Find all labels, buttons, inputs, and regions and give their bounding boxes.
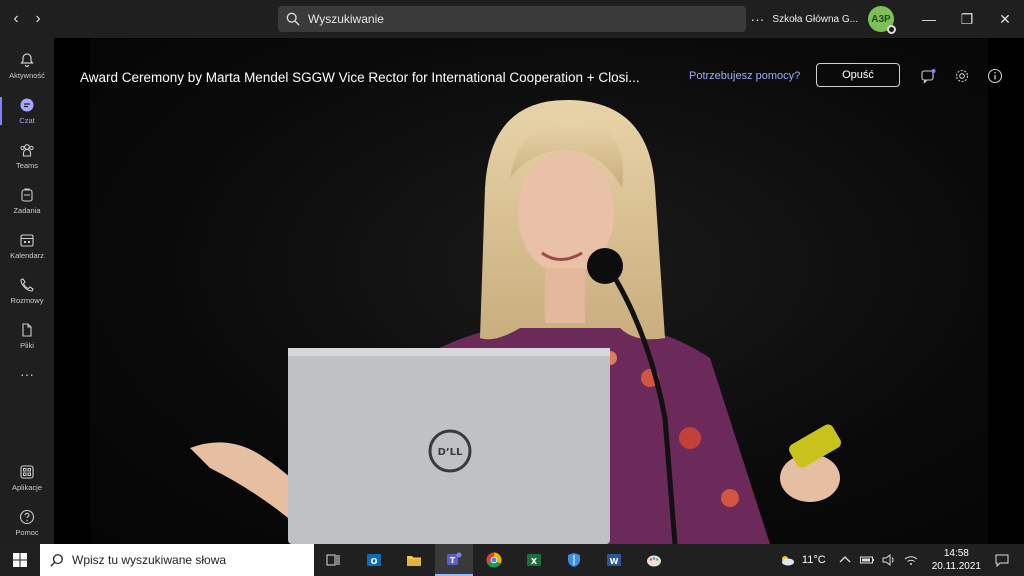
- rail-item-label: Pomoc: [15, 528, 39, 537]
- teams-icon: [20, 144, 34, 157]
- weather-cloud-icon[interactable]: [779, 552, 795, 568]
- minimize-button[interactable]: —: [910, 0, 948, 38]
- tasks-icon: [21, 188, 33, 202]
- feedback-icon[interactable]: [920, 68, 936, 84]
- security-app[interactable]: [555, 544, 593, 576]
- system-tray: 11°C 14:58 20.11.2021: [776, 544, 1024, 576]
- rail-item-label: Pliki: [20, 341, 34, 350]
- clock-time: 14:58: [943, 548, 969, 559]
- clock-date: 20.11.2021: [931, 561, 981, 572]
- task-view-button[interactable]: [314, 544, 352, 576]
- svg-text:X: X: [531, 557, 538, 566]
- notification-icon[interactable]: [994, 552, 1010, 568]
- chrome-icon: [486, 552, 502, 568]
- rail-item-label: Teams: [15, 161, 39, 170]
- restore-button[interactable]: ❐: [948, 0, 986, 38]
- chrome-app[interactable]: [475, 544, 513, 576]
- rail-item-calendar[interactable]: Kalendarz: [0, 224, 54, 268]
- file-explorer-app[interactable]: [395, 544, 433, 576]
- rail-item-calls[interactable]: Rozmowy: [0, 269, 54, 313]
- search-icon: [50, 554, 63, 567]
- close-button[interactable]: ✕: [986, 0, 1024, 38]
- search-placeholder: Wyszukiwanie: [308, 12, 384, 26]
- rail-item-help[interactable]: Pomoc: [0, 501, 54, 545]
- organization-name[interactable]: Szkoła Główna G...: [772, 14, 858, 25]
- teams-app-icon: T: [447, 552, 462, 565]
- word-icon: W: [607, 554, 621, 566]
- file-icon: [22, 323, 32, 337]
- video-feed: D’LL: [90, 38, 988, 544]
- svg-text:D’LL: D’LL: [438, 447, 463, 458]
- speaker-icon[interactable]: [881, 552, 897, 568]
- outlook-app[interactable]: O: [355, 544, 393, 576]
- avatar-initials: A3P: [871, 13, 891, 25]
- svg-text:O: O: [371, 557, 378, 566]
- meeting-title: Award Ceremony by Marta Mendel SGGW Vice…: [80, 70, 640, 85]
- taskbar-search-placeholder: Wpisz tu wyszukiwane słowa: [72, 553, 227, 567]
- calendar-icon: [20, 234, 34, 247]
- forward-button[interactable]: ›: [28, 9, 48, 29]
- excel-app[interactable]: X: [515, 544, 553, 576]
- rail-item-label: Zadania: [13, 206, 41, 215]
- avatar[interactable]: A3P: [868, 6, 896, 34]
- rail-item-activity[interactable]: Aktywność: [0, 44, 54, 88]
- chat-icon: [20, 98, 34, 112]
- app-rail: Aktywność Czat Teams Zadania Kalendarz R…: [0, 38, 54, 544]
- help-icon: [19, 509, 35, 525]
- phone-icon: [20, 278, 34, 292]
- wifi-icon[interactable]: [903, 552, 919, 568]
- rail-more-button[interactable]: ···: [0, 352, 54, 396]
- folder-icon: [407, 556, 421, 566]
- rail-item-chat[interactable]: Czat: [0, 89, 54, 133]
- start-button[interactable]: [0, 544, 40, 576]
- bell-icon: [20, 53, 34, 68]
- teams-app[interactable]: T: [435, 544, 473, 576]
- temperature[interactable]: 11°C: [802, 554, 826, 566]
- meeting-stage: D’LL Award Ceremony by Marta Mendel SGGW…: [54, 38, 1024, 544]
- apps-icon: [20, 465, 34, 479]
- leave-button[interactable]: Opuść: [816, 63, 900, 87]
- windows-taskbar: Wpisz tu wyszukiwane słowa O T X W 11°C …: [0, 544, 1024, 576]
- title-bar: ‹ › Wyszukiwanie ··· Szkoła Główna G... …: [0, 0, 1024, 38]
- search-icon: [286, 12, 300, 26]
- word-app[interactable]: W: [595, 544, 633, 576]
- taskbar-search[interactable]: Wpisz tu wyszukiwane słowa: [40, 544, 314, 576]
- rail-item-apps[interactable]: Aplikacje: [0, 456, 54, 500]
- back-button[interactable]: ‹: [6, 9, 26, 29]
- status-indicator: [887, 25, 896, 34]
- more-options-button[interactable]: ···: [742, 11, 772, 27]
- more-icon: ···: [20, 366, 34, 382]
- clock[interactable]: 14:58 20.11.2021: [932, 547, 981, 573]
- rail-item-label: Czat: [19, 116, 35, 125]
- presenter-video-image: D’LL: [190, 99, 841, 544]
- task-view-icon: [326, 554, 340, 566]
- outlook-icon: O: [367, 554, 381, 566]
- gear-icon[interactable]: [954, 68, 970, 84]
- shield-icon: [568, 553, 580, 567]
- excel-icon: X: [527, 554, 541, 566]
- svg-text:W: W: [610, 557, 619, 566]
- battery-icon[interactable]: [859, 552, 875, 568]
- chevron-up-icon[interactable]: [837, 552, 853, 568]
- rail-item-teams[interactable]: Teams: [0, 134, 54, 178]
- rail-item-label: Rozmowy: [10, 296, 44, 305]
- help-link[interactable]: Potrzebujesz pomocy?: [689, 70, 800, 82]
- search-input[interactable]: Wyszukiwanie: [278, 6, 746, 32]
- paint-app[interactable]: [635, 544, 673, 576]
- info-icon[interactable]: [987, 68, 1003, 84]
- rail-item-label: Aplikacje: [11, 483, 42, 492]
- windows-logo-icon: [13, 553, 27, 567]
- rail-item-label: Aktywność: [9, 71, 45, 80]
- rail-item-tasks[interactable]: Zadania: [0, 179, 54, 223]
- paint-palette-icon: [647, 555, 661, 567]
- svg-text:T: T: [450, 556, 456, 565]
- rail-item-label: Kalendarz: [10, 251, 44, 260]
